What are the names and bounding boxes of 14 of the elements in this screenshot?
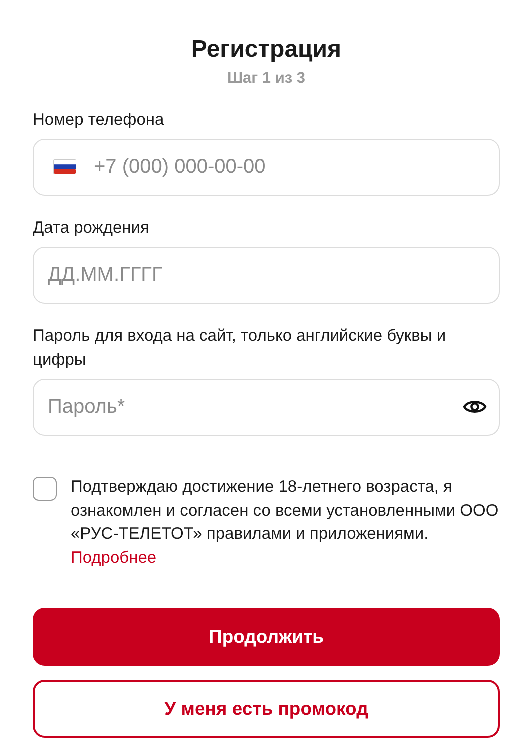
consent-checkbox[interactable] [33, 477, 57, 501]
promo-code-button[interactable]: У меня есть промокод [33, 680, 500, 738]
consent-text: Подтверждаю достижение 18-летнего возраста, я ознакомлен и согласен со всеми установленными ООО «РУС-ТЕЛЕТОТ» правилами и приложениями. Подробнее [71, 476, 500, 570]
date-field[interactable]: ДД.ММ.ГГГГ [33, 247, 500, 304]
field-label: Номер телефона [33, 110, 166, 131]
step-indicator: Шаг 1 из 3 [226, 70, 307, 88]
field-label: Пароль для входа на сайт, только английские буквы и цифры [33, 326, 448, 371]
continue-button[interactable]: Продолжить [33, 608, 500, 666]
field-label: Дата рождения [33, 218, 150, 239]
form-title: Регистрация [190, 36, 343, 64]
details-link[interactable]: Подробнее [71, 546, 157, 570]
eye-icon[interactable] [463, 398, 487, 416]
password-field[interactable]: Пароль* [33, 379, 500, 436]
phone-field[interactable]: +7 (000) 000-00-00 [33, 139, 500, 196]
